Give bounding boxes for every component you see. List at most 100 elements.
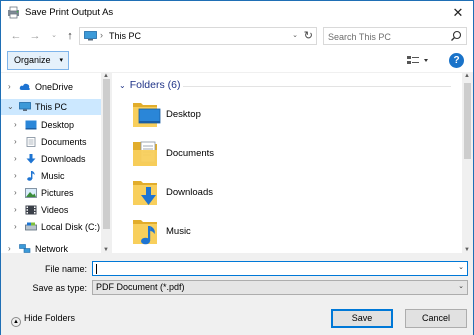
nav-item-label: This PC xyxy=(35,102,68,112)
downloads-folder-icon xyxy=(26,154,36,164)
videos-folder-icon xyxy=(25,205,37,215)
dialog-footer: ▲ Hide Folders Save Cancel xyxy=(1,301,473,335)
nav-item-label: Documents xyxy=(41,137,87,147)
pictures-folder-icon xyxy=(25,188,37,198)
address-bar[interactable]: › This PC ⌄ ↻ xyxy=(79,27,317,45)
toolbar: Organize ▾ ? xyxy=(1,49,473,73)
search-box[interactable] xyxy=(323,27,467,45)
content-pane: ⌄ Folders (6) Desktop Documents Download… xyxy=(113,73,462,253)
hide-folders-button[interactable]: ▲ Hide Folders xyxy=(11,313,75,327)
nav-item-music[interactable]: › Music xyxy=(1,168,101,184)
refresh-icon[interactable]: ↻ xyxy=(304,29,313,42)
documents-folder-icon xyxy=(26,137,36,147)
cloud-icon xyxy=(19,83,30,90)
expand-chevron-icon[interactable]: › xyxy=(14,185,17,201)
address-dropdown-icon[interactable]: ⌄ xyxy=(292,31,298,39)
forward-arrow-icon[interactable]: → xyxy=(28,29,42,43)
nav-item-label: Videos xyxy=(41,205,69,215)
expand-chevron-icon[interactable]: › xyxy=(8,79,11,95)
folder-label: Desktop xyxy=(166,109,201,120)
nav-item-pictures[interactable]: › Pictures xyxy=(1,185,101,201)
folders-group-header[interactable]: ⌄ Folders (6) xyxy=(119,79,180,91)
expand-chevron-icon[interactable]: › xyxy=(14,117,17,133)
up-arrow-icon[interactable]: ↑ xyxy=(63,29,77,43)
printer-app-icon xyxy=(8,6,19,19)
folder-item-music[interactable]: Music xyxy=(131,214,331,250)
music-folder-icon xyxy=(27,171,35,181)
breadcrumb-this-pc[interactable]: This PC xyxy=(109,31,141,41)
organize-dropdown-icon: ▾ xyxy=(59,57,63,64)
nav-item-desktop[interactable]: › Desktop xyxy=(1,117,101,133)
computer-icon xyxy=(19,102,31,111)
collapse-arrow-icon: ▲ xyxy=(11,317,21,327)
folder-label: Documents xyxy=(166,148,215,159)
nav-pane-scrollbar[interactable]: ▲ ▼ xyxy=(101,73,112,253)
help-icon[interactable]: ? xyxy=(449,53,464,68)
nav-item-label: Desktop xyxy=(41,120,75,130)
expand-chevron-icon[interactable]: › xyxy=(14,168,17,184)
nav-item-documents[interactable]: › Documents xyxy=(1,134,101,150)
file-name-combobox[interactable]: ⌄ xyxy=(92,261,468,276)
scrollbar-thumb[interactable] xyxy=(103,79,110,229)
folder-item-documents[interactable]: Documents xyxy=(131,136,331,172)
nav-item-label: Network xyxy=(35,244,69,253)
nav-item-label: OneDrive xyxy=(35,82,74,92)
file-name-dropdown-icon[interactable]: ⌄ xyxy=(458,263,464,271)
expand-chevron-icon[interactable]: › xyxy=(14,134,17,150)
change-view-icon[interactable] xyxy=(405,54,431,68)
documents-folder-icon xyxy=(133,141,157,166)
breadcrumb-separator: › xyxy=(100,30,103,40)
group-divider xyxy=(183,86,451,87)
file-name-label: File name: xyxy=(44,264,87,274)
hide-folders-label: Hide Folders xyxy=(24,313,76,323)
group-header-label: Folders (6) xyxy=(129,79,181,91)
music-folder-icon xyxy=(133,220,157,245)
nav-item-label: Downloads xyxy=(41,154,86,164)
folder-item-downloads[interactable]: Downloads xyxy=(131,175,331,211)
scrollbar-thumb[interactable] xyxy=(464,83,471,159)
save-as-type-label: Save as type: xyxy=(32,283,87,293)
collapse-chevron-icon[interactable]: ⌄ xyxy=(7,99,14,115)
search-icon[interactable] xyxy=(450,30,462,42)
nav-item-local-disk[interactable]: › Local Disk (C:) xyxy=(1,219,101,235)
nav-item-this-pc[interactable]: ⌄ This PC xyxy=(1,99,101,115)
nav-item-videos[interactable]: › Videos xyxy=(1,202,101,218)
close-icon[interactable]: ✕ xyxy=(449,4,467,22)
navigation-pane: › OneDrive ⌄ This PC › Desktop › Documen… xyxy=(1,73,112,253)
content-scrollbar[interactable]: ▲ ▼ xyxy=(462,73,473,253)
organize-button[interactable]: Organize ▾ xyxy=(7,51,69,70)
nav-item-label: Local Disk (C:) xyxy=(41,222,101,232)
recent-locations-chevron-icon[interactable]: ⌄ xyxy=(47,29,61,43)
downloads-folder-icon xyxy=(133,181,157,205)
folder-label: Music xyxy=(166,226,191,237)
cancel-button[interactable]: Cancel xyxy=(405,309,467,328)
scroll-up-icon[interactable]: ▲ xyxy=(464,73,470,79)
expand-chevron-icon[interactable]: › xyxy=(14,219,17,235)
expand-chevron-icon[interactable]: › xyxy=(8,241,11,253)
group-collapse-icon[interactable]: ⌄ xyxy=(119,81,126,90)
save-as-type-dropdown-icon[interactable]: ⌄ xyxy=(458,282,464,290)
organize-label: Organize xyxy=(14,55,51,65)
nav-item-label: Pictures xyxy=(41,188,74,198)
nav-item-onedrive[interactable]: › OneDrive xyxy=(1,79,101,95)
title-bar: Save Print Output As ✕ xyxy=(1,1,473,25)
folder-label: Downloads xyxy=(166,187,213,198)
folder-item-desktop[interactable]: Desktop xyxy=(131,97,331,133)
search-input[interactable] xyxy=(328,30,446,43)
save-as-type-select[interactable]: PDF Document (*.pdf) ⌄ xyxy=(92,280,468,295)
drive-icon xyxy=(25,222,37,231)
expand-chevron-icon[interactable]: › xyxy=(14,151,17,167)
save-as-type-value: PDF Document (*.pdf) xyxy=(96,282,185,292)
expand-chevron-icon[interactable]: › xyxy=(14,202,17,218)
window-title: Save Print Output As xyxy=(25,7,114,18)
save-dialog-window: Save Print Output As ✕ ← → ⌄ ↑ › This PC… xyxy=(0,0,474,335)
nav-item-network[interactable]: › Network xyxy=(1,241,101,253)
back-arrow-icon[interactable]: ← xyxy=(9,29,23,43)
computer-icon xyxy=(84,31,97,41)
save-button[interactable]: Save xyxy=(331,309,393,328)
desktop-folder-icon xyxy=(133,103,161,127)
desktop-folder-icon xyxy=(25,120,37,130)
file-name-input[interactable] xyxy=(96,263,451,274)
save-fields-area: File name: ⌄ Save as type: PDF Document … xyxy=(1,253,473,301)
nav-item-downloads[interactable]: › Downloads xyxy=(1,151,101,167)
